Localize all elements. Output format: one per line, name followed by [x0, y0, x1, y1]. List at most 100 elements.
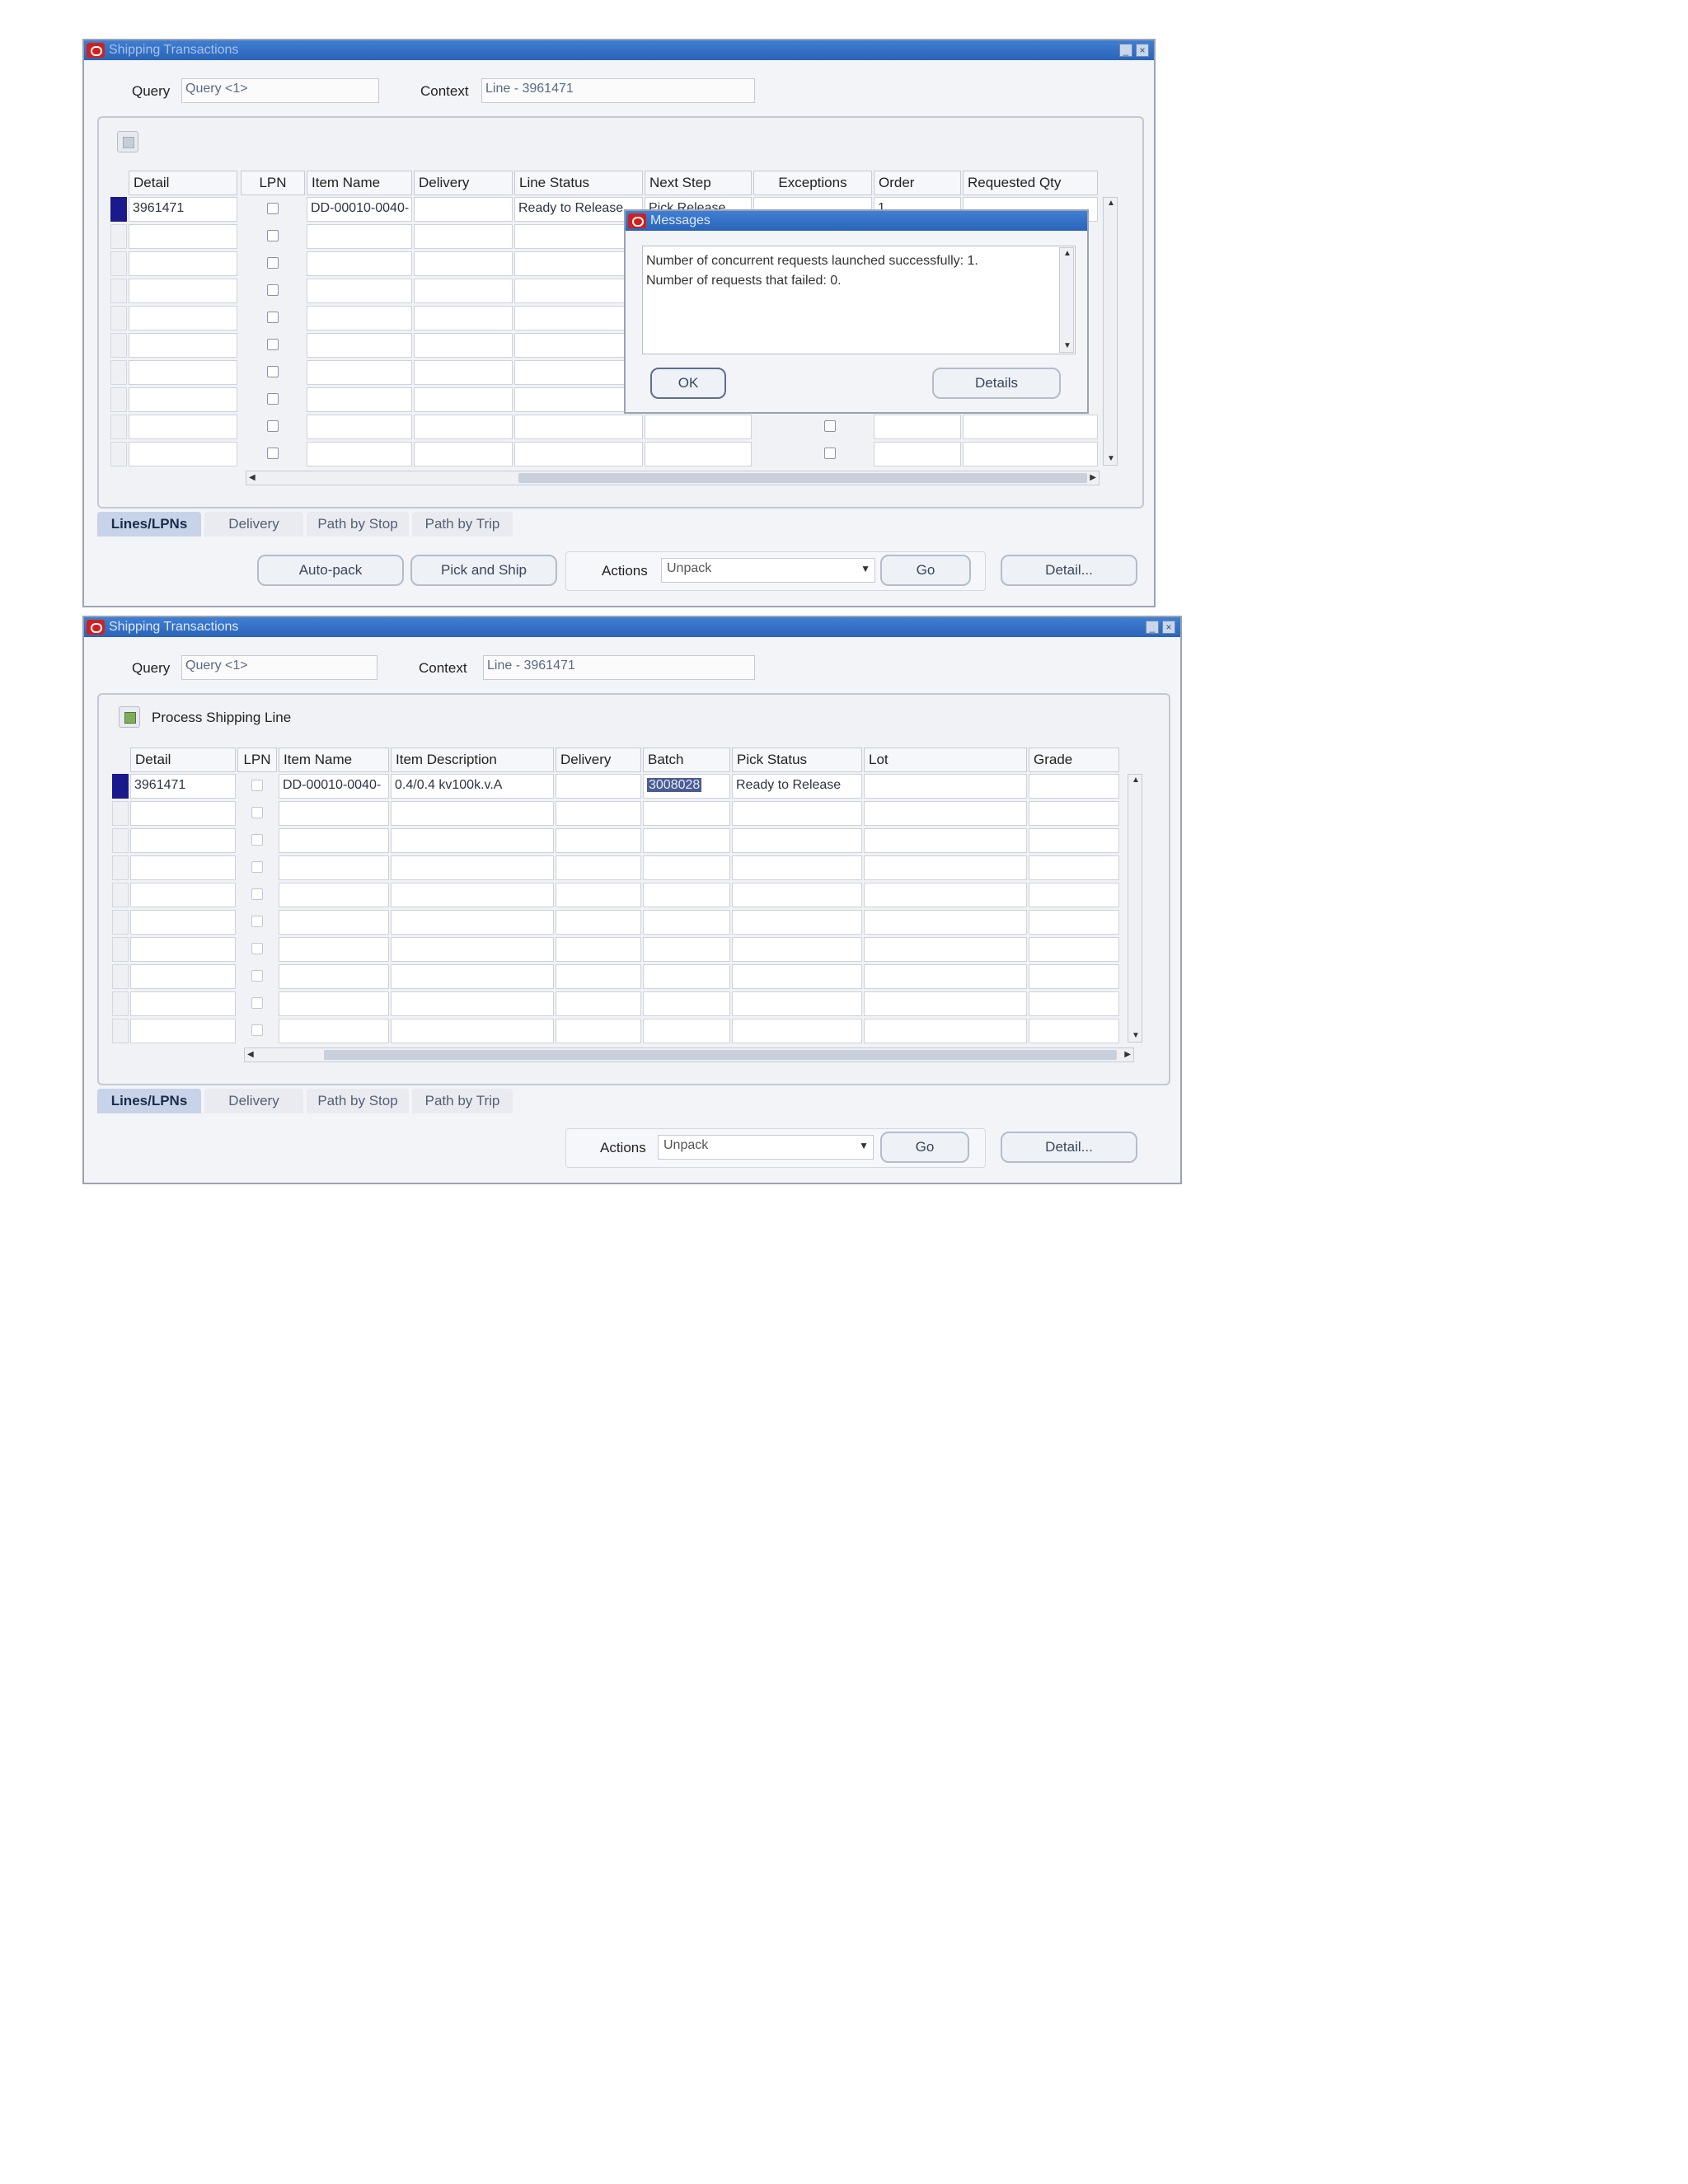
detail-cell[interactable]: 3961471 [129, 197, 237, 222]
lpn-checkbox[interactable] [267, 366, 279, 377]
table-row[interactable] [279, 828, 389, 853]
table-row[interactable] [864, 801, 1027, 826]
table-row[interactable] [130, 855, 236, 880]
table-row[interactable] [645, 415, 752, 439]
table-row[interactable] [514, 442, 643, 466]
table-row[interactable] [732, 883, 862, 907]
delivery-cell[interactable] [414, 197, 513, 222]
window-2-titlebar[interactable]: Shipping Transactions _ × [84, 617, 1180, 637]
table-row[interactable] [643, 855, 730, 880]
table-row[interactable] [556, 910, 641, 935]
table-row[interactable] [130, 801, 236, 826]
table-row[interactable] [129, 306, 237, 330]
table-row[interactable] [864, 991, 1027, 1016]
table-row[interactable] [391, 937, 554, 962]
lpn-checkbox[interactable] [251, 834, 263, 846]
table-row[interactable] [864, 855, 1027, 880]
table-row[interactable] [643, 991, 730, 1016]
lpn-checkbox[interactable] [267, 312, 279, 323]
auto-pack-button[interactable]: Auto-pack [257, 555, 404, 586]
row-selector[interactable] [110, 415, 127, 439]
table-row[interactable] [864, 883, 1027, 907]
table-row[interactable] [414, 415, 513, 439]
table-row[interactable] [279, 991, 389, 1016]
table-row[interactable] [129, 251, 237, 276]
scroll-up-icon[interactable]: ▲ [1132, 776, 1140, 785]
batch-cell[interactable]: 3008028 [643, 774, 730, 799]
row-selector[interactable] [112, 910, 129, 935]
table-row[interactable] [414, 387, 513, 412]
table-row[interactable] [1029, 855, 1119, 880]
table-row[interactable] [963, 442, 1098, 466]
table-row[interactable] [874, 442, 961, 466]
table-row[interactable] [391, 910, 554, 935]
tab-lines-lpns[interactable]: Lines/LPNs [97, 512, 201, 537]
vertical-scrollbar[interactable]: ▲ ▼ [1128, 774, 1142, 1043]
table-row[interactable] [732, 964, 862, 989]
table-row[interactable] [643, 801, 730, 826]
table-row[interactable] [1029, 964, 1119, 989]
table-row[interactable] [307, 279, 412, 303]
table-row[interactable] [864, 1019, 1027, 1043]
scroll-down-icon[interactable]: ▼ [1132, 1032, 1140, 1040]
table-row[interactable] [643, 910, 730, 935]
row-selector[interactable] [112, 883, 129, 907]
scroll-left-icon[interactable]: ◀ [247, 1051, 254, 1059]
lot-cell[interactable] [864, 774, 1027, 799]
table-row[interactable] [129, 360, 237, 385]
column-header-order[interactable]: Order [874, 171, 961, 195]
column-header-next-step[interactable]: Next Step [645, 171, 752, 195]
lpn-checkbox[interactable] [267, 257, 279, 269]
row-selector[interactable] [112, 1019, 129, 1043]
table-row[interactable] [391, 991, 554, 1016]
column-header-line-status[interactable]: Line Status [514, 171, 643, 195]
detail-button[interactable]: Detail... [1001, 1132, 1137, 1163]
table-row[interactable] [307, 306, 412, 330]
close-icon[interactable]: × [1162, 621, 1175, 634]
row-selector[interactable] [110, 442, 127, 466]
row-selector[interactable] [112, 801, 129, 826]
row-selector[interactable] [110, 279, 127, 303]
table-row[interactable] [414, 333, 513, 358]
table-row[interactable] [307, 360, 412, 385]
tab-path-by-stop[interactable]: Path by Stop [307, 512, 409, 537]
table-row[interactable] [129, 224, 237, 249]
table-row[interactable] [279, 937, 389, 962]
scroll-left-icon[interactable]: ◀ [249, 474, 256, 482]
table-row[interactable] [643, 937, 730, 962]
go-button[interactable]: Go [880, 555, 971, 586]
row-selector[interactable] [110, 333, 127, 358]
window-1-titlebar[interactable]: Shipping Transactions _ × [84, 40, 1154, 60]
lpn-checkbox[interactable] [267, 203, 279, 214]
table-row[interactable] [732, 801, 862, 826]
scroll-down-icon[interactable]: ▼ [1063, 342, 1071, 350]
horizontal-scrollbar[interactable]: ◀ ▶ [244, 1047, 1134, 1062]
table-row[interactable] [391, 883, 554, 907]
table-row[interactable] [556, 1019, 641, 1043]
scroll-up-icon[interactable]: ▲ [1107, 199, 1115, 208]
column-header-detail[interactable]: Detail [129, 171, 237, 195]
lpn-checkbox[interactable] [267, 230, 279, 241]
exceptions-checkbox[interactable] [824, 420, 836, 432]
table-row[interactable] [307, 333, 412, 358]
lpn-checkbox[interactable] [267, 393, 279, 405]
scroll-right-icon[interactable]: ▶ [1124, 1051, 1131, 1059]
context-field[interactable]: Line - 3961471 [483, 655, 755, 680]
row-selector[interactable] [110, 251, 127, 276]
close-icon[interactable]: × [1136, 44, 1149, 57]
context-field[interactable]: Line - 3961471 [481, 78, 755, 103]
query-field[interactable]: Query <1> [181, 78, 379, 103]
item-name-cell[interactable]: DD-00010-0040- [279, 774, 389, 799]
table-row[interactable] [391, 855, 554, 880]
table-row[interactable] [279, 883, 389, 907]
row-selector-active[interactable] [110, 197, 127, 222]
table-row[interactable] [391, 1019, 554, 1043]
query-field[interactable]: Query <1> [181, 655, 377, 680]
table-row[interactable] [556, 937, 641, 962]
table-row[interactable] [279, 855, 389, 880]
table-row[interactable] [645, 442, 752, 466]
column-header-delivery[interactable]: Delivery [414, 171, 513, 195]
row-selector[interactable] [112, 964, 129, 989]
table-row[interactable] [307, 251, 412, 276]
table-row[interactable] [279, 910, 389, 935]
